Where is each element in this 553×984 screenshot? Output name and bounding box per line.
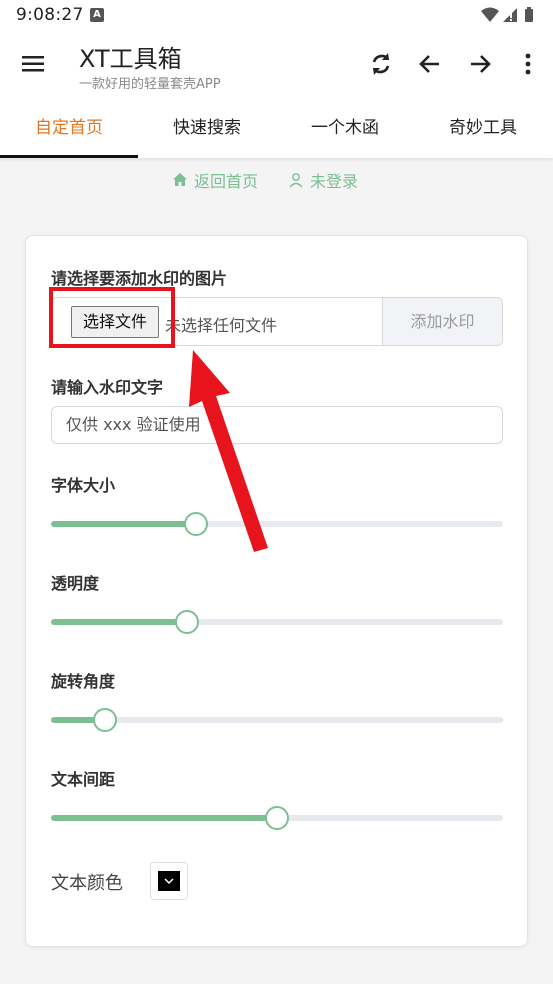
wifi-signal-battery-icon xyxy=(481,7,533,22)
home-link[interactable]: 返回首页 xyxy=(172,168,258,192)
add-watermark-button[interactable]: 添加水印 xyxy=(382,298,502,345)
tab-custom-home[interactable]: 自定首页 xyxy=(0,100,138,158)
chevron-down-icon xyxy=(164,878,174,885)
user-icon xyxy=(289,173,303,188)
slider-thumb[interactable] xyxy=(183,512,208,536)
slider-thumb[interactable] xyxy=(174,610,199,634)
links-row: 返回首页 未登录 xyxy=(0,168,553,192)
watermark-text-input[interactable]: 仅供 xxx 验证使用 xyxy=(51,406,503,444)
login-link[interactable]: 未登录 xyxy=(288,168,358,192)
font-size-label: 字体大小 xyxy=(51,476,116,495)
home-icon xyxy=(173,173,187,186)
slider-thumb[interactable] xyxy=(265,806,289,830)
login-link-label: 未登录 xyxy=(310,172,359,191)
back-arrow-icon[interactable] xyxy=(416,50,444,78)
home-link-label: 返回首页 xyxy=(194,172,259,191)
status-bar: 9:08:27 A xyxy=(0,0,553,30)
rotation-slider[interactable] xyxy=(51,708,503,732)
more-options-icon[interactable] xyxy=(514,50,542,78)
tab-bar: 自定首页 快速搜索 一个木函 奇妙工具 xyxy=(0,100,553,158)
rotation-label: 旋转角度 xyxy=(51,672,116,691)
tab-quick-search[interactable]: 快速搜索 xyxy=(138,100,276,158)
highlight-box xyxy=(49,287,175,348)
font-size-slider[interactable] xyxy=(51,512,503,536)
image-select-label: 请选择要添加水印的图片 xyxy=(51,269,228,288)
tab-muhan[interactable]: 一个木函 xyxy=(276,100,414,158)
app-title: XT工具箱 xyxy=(79,45,182,73)
no-file-text: 未选择任何文件 xyxy=(165,316,278,335)
spacing-label: 文本间距 xyxy=(51,770,116,789)
status-icons xyxy=(479,6,539,24)
watermark-text-label: 请输入水印文字 xyxy=(51,378,164,397)
color-swatch-fill xyxy=(158,871,180,891)
slider-thumb[interactable] xyxy=(93,708,118,732)
app-subtitle: 一款好用的轻量套壳APP xyxy=(79,77,221,92)
menu-icon[interactable] xyxy=(20,50,48,78)
tab-magic-tools[interactable]: 奇妙工具 xyxy=(414,100,552,158)
spacing-slider[interactable] xyxy=(51,806,503,830)
opacity-label: 透明度 xyxy=(51,574,100,593)
text-color-picker[interactable] xyxy=(150,862,188,900)
text-color-label: 文本颜色 xyxy=(51,873,123,894)
refresh-icon[interactable] xyxy=(367,50,395,78)
opacity-slider[interactable] xyxy=(51,610,503,634)
notification-icon: A xyxy=(90,8,104,22)
app-bar: XT工具箱 一款好用的轻量套壳APP xyxy=(0,30,553,100)
status-time: 9:08:27 xyxy=(16,5,84,25)
forward-arrow-icon[interactable] xyxy=(466,50,494,78)
tab-indicator xyxy=(0,155,138,158)
